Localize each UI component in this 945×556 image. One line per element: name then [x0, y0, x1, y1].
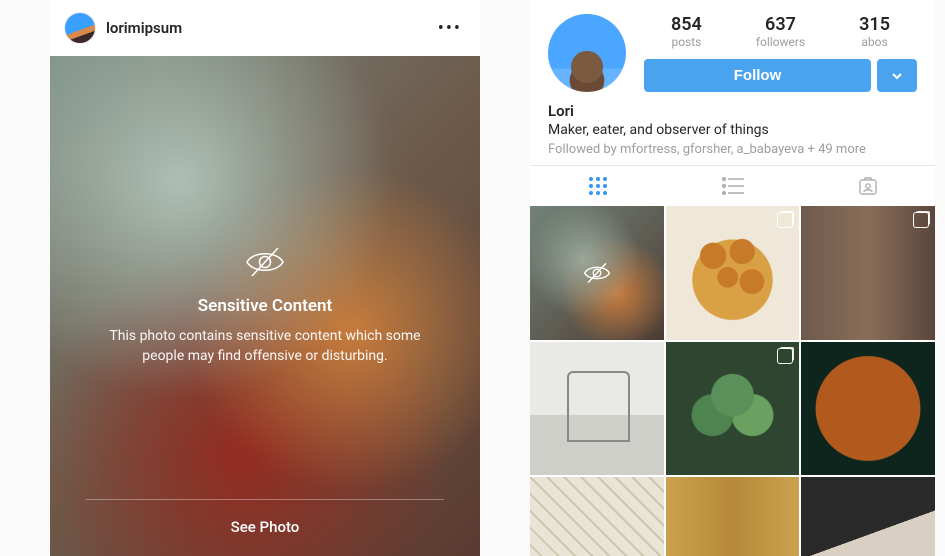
- grid-item[interactable]: [666, 206, 800, 340]
- profile-view: 854 posts 637 followers 315 abos Follow: [530, 0, 935, 556]
- list-icon: [722, 177, 744, 195]
- follow-options-button[interactable]: [877, 59, 917, 92]
- tab-tagged[interactable]: [800, 166, 935, 206]
- eye-slash-icon: [582, 262, 612, 284]
- stat-followers[interactable]: 637 followers: [756, 14, 805, 49]
- eye-slash-icon: [244, 246, 286, 278]
- tab-grid[interactable]: [530, 166, 665, 206]
- post-username[interactable]: lorimipsum: [106, 19, 434, 37]
- grid-item-sensitive[interactable]: [530, 206, 664, 340]
- multi-post-icon: [777, 348, 793, 364]
- stat-followers-label: followers: [756, 35, 805, 49]
- profile-bio: Maker, eater, and observer of things: [548, 122, 917, 138]
- tagged-icon: [858, 176, 878, 196]
- see-photo-button[interactable]: See Photo: [86, 514, 444, 540]
- tab-list[interactable]: [665, 166, 800, 206]
- more-options-icon[interactable]: •••: [434, 18, 466, 39]
- multi-post-icon: [913, 212, 929, 228]
- post-grid: [530, 206, 935, 556]
- stats-row: 854 posts 637 followers 315 abos: [644, 14, 917, 49]
- grid-item[interactable]: [801, 477, 935, 556]
- grid-item[interactable]: [801, 206, 935, 340]
- grid-item[interactable]: [801, 342, 935, 476]
- multi-post-icon: [777, 212, 793, 228]
- divider: [86, 499, 444, 500]
- stat-posts-count: 854: [671, 14, 702, 35]
- caret-down-icon: [891, 70, 903, 82]
- sensitive-heading: Sensitive Content: [198, 296, 332, 316]
- post-header: lorimipsum •••: [50, 0, 480, 56]
- stat-posts-label: posts: [671, 35, 702, 49]
- profile-tabs: [530, 165, 935, 206]
- stat-followers-count: 637: [756, 14, 805, 35]
- stat-following-count: 315: [859, 14, 890, 35]
- avatar[interactable]: [64, 12, 96, 44]
- profile-avatar[interactable]: [548, 14, 626, 92]
- grid-item[interactable]: [666, 342, 800, 476]
- followed-by-text: Followed by mfortress, gforsher, a_babay…: [548, 142, 917, 157]
- follow-button[interactable]: Follow: [644, 59, 871, 92]
- stat-following-label: abos: [859, 35, 890, 49]
- post-view: lorimipsum ••• Sensitive Content This ph…: [50, 0, 480, 556]
- stat-posts[interactable]: 854 posts: [671, 14, 702, 49]
- grid-icon: [588, 176, 608, 196]
- stat-following[interactable]: 315 abos: [859, 14, 890, 49]
- profile-display-name: Lori: [548, 102, 917, 120]
- post-media-blurred: Sensitive Content This photo contains se…: [50, 56, 480, 556]
- grid-item[interactable]: [530, 477, 664, 556]
- grid-item[interactable]: [530, 342, 664, 476]
- sensitive-message: This photo contains sensitive content wh…: [95, 326, 435, 367]
- grid-item[interactable]: [666, 477, 800, 556]
